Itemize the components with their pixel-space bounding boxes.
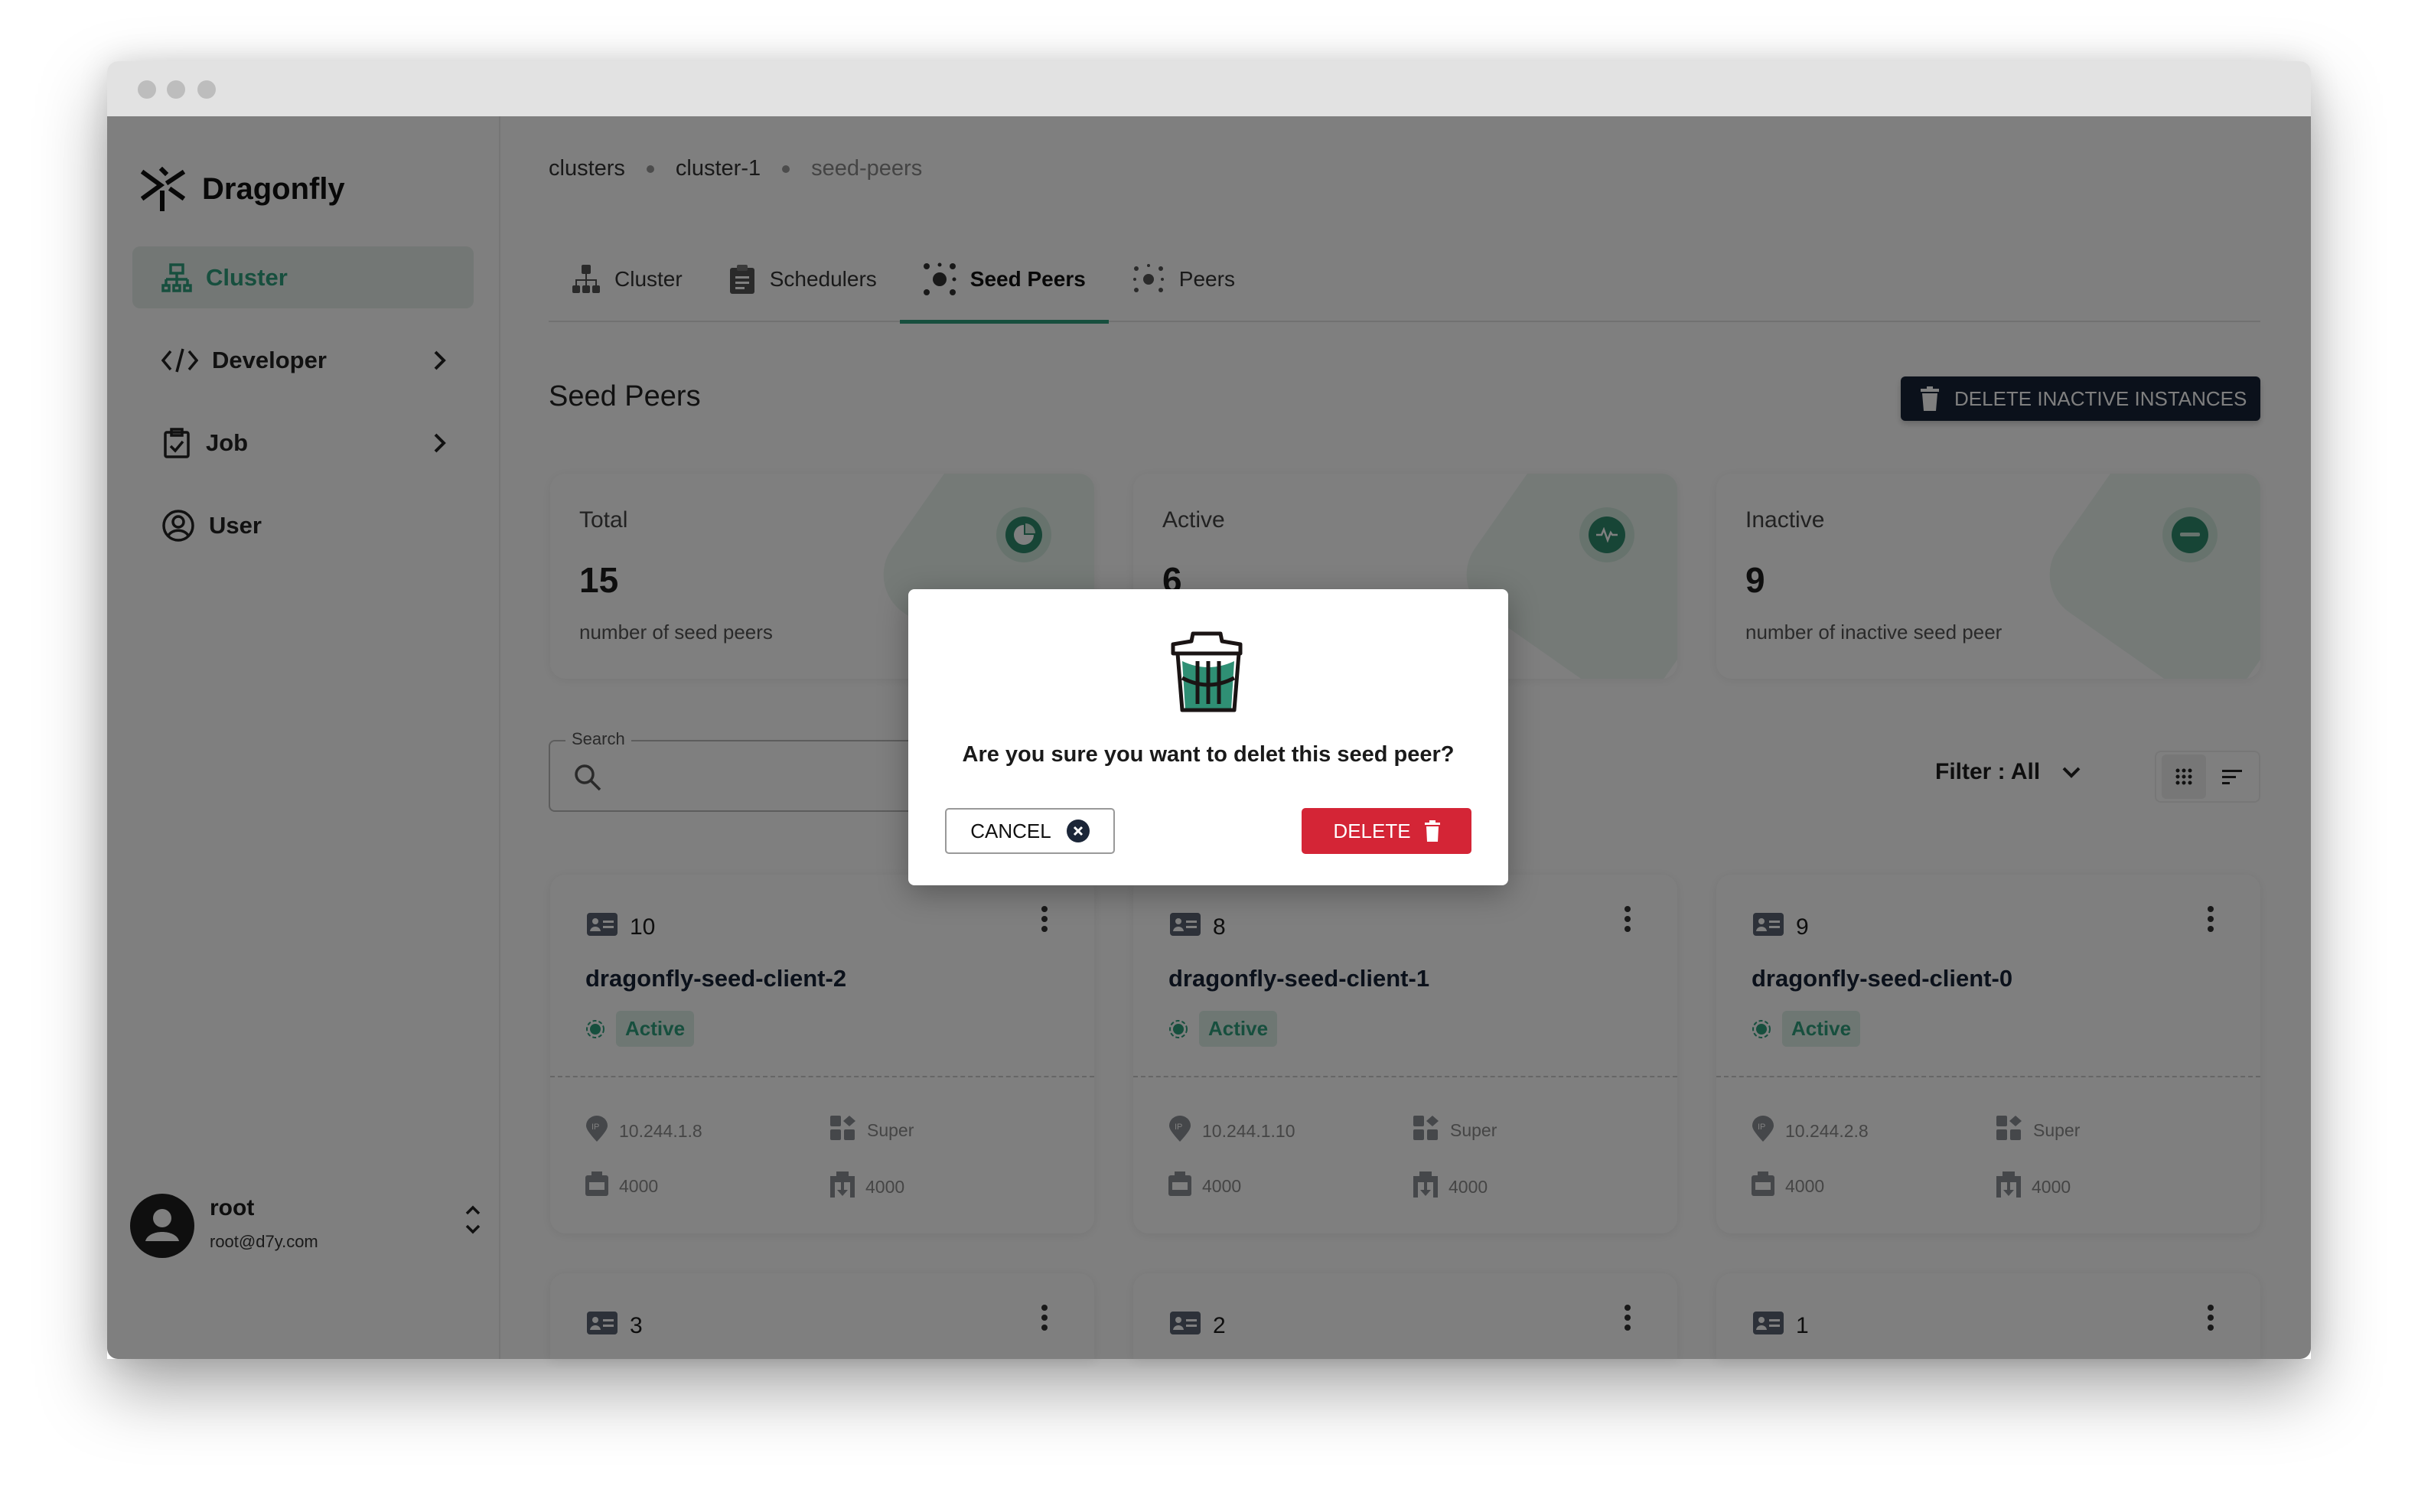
trash-can-illustration xyxy=(1171,631,1243,712)
title-bar xyxy=(107,61,2311,116)
close-circle-icon xyxy=(1066,820,1090,842)
button-label: CANCEL xyxy=(970,819,1051,842)
browser-window: Dragonfly Cluster Developer Job User xyxy=(107,61,2311,1359)
window-close-button[interactable] xyxy=(138,80,156,99)
cancel-button[interactable]: CANCEL xyxy=(945,808,1115,854)
button-label: DELETE xyxy=(1333,819,1411,842)
window-minimize-button[interactable] xyxy=(167,80,185,99)
delete-confirm-dialog: Are you sure you want to delet this seed… xyxy=(908,589,1508,885)
dialog-message: Are you sure you want to delet this seed… xyxy=(962,742,1455,767)
window-maximize-button[interactable] xyxy=(197,80,216,99)
delete-button[interactable]: DELETE xyxy=(1302,808,1471,854)
trash-icon xyxy=(1424,820,1440,842)
